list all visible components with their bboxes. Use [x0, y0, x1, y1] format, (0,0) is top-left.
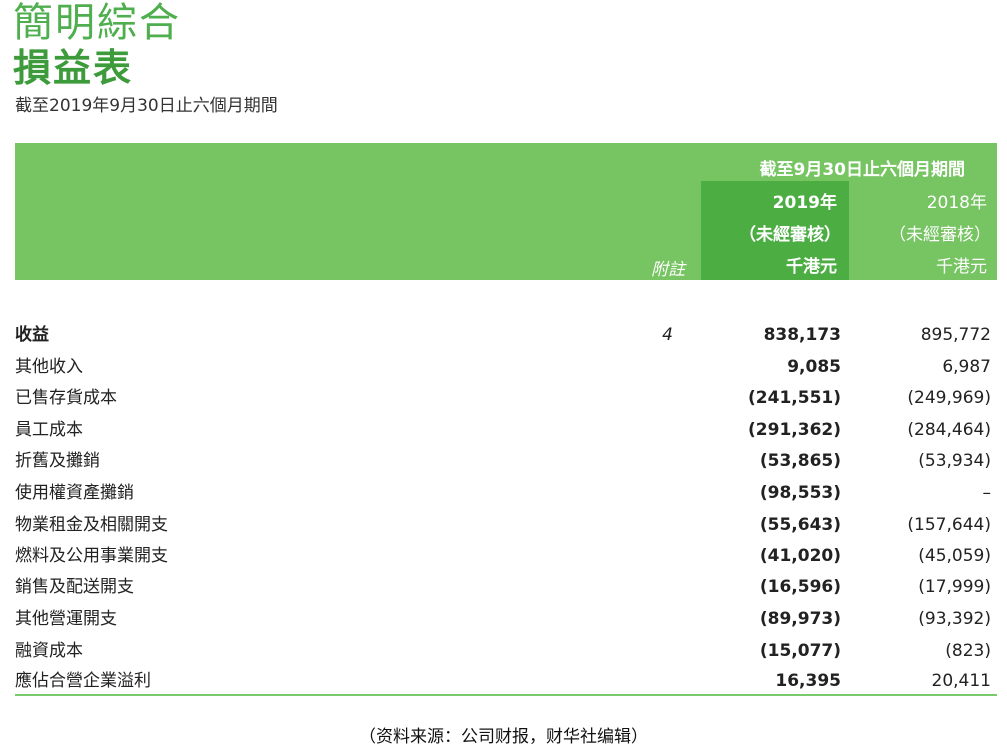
value-2019: (55,643) — [759, 515, 841, 535]
column-2018-unit: 千港元 — [936, 257, 987, 277]
row-label: 員工成本 — [15, 420, 83, 440]
row-label: 使用權資產攤銷 — [15, 483, 134, 503]
value-2018: (45,059) — [918, 546, 991, 566]
report-title: 簡明綜合 — [13, 0, 181, 46]
column-2019-year: 2019年 — [772, 193, 837, 213]
value-2018: (823) — [945, 641, 991, 661]
table-row: 折舊及攤銷 (53,865) (53,934) — [15, 446, 997, 476]
column-2019-status: （未經審核） — [739, 225, 841, 245]
period-heading: 截至9月30日止六個月期間 — [759, 160, 966, 180]
column-2018-status: （未經審核） — [889, 225, 991, 245]
value-2019: (98,553) — [759, 483, 841, 503]
column-2019-unit: 千港元 — [786, 257, 837, 277]
table-row: 其他營運開支 (89,973) (93,392) — [15, 604, 997, 634]
row-label: 其他營運開支 — [15, 609, 117, 629]
row-label: 物業租金及相關開支 — [15, 515, 168, 535]
value-2019: 9,085 — [787, 357, 841, 377]
value-2019: (291,362) — [748, 420, 841, 440]
column-2018-year: 2018年 — [926, 193, 987, 213]
statement-title: 損益表 — [13, 46, 134, 90]
row-label: 銷售及配送開支 — [15, 577, 134, 597]
table-row: 應佔合營企業溢利 16,395 20,411 — [15, 666, 997, 696]
table-header: 截至9月30日止六個月期間 附註 2019年 （未經審核） 千港元 2018年 … — [15, 143, 997, 280]
value-2018: 895,772 — [920, 325, 991, 345]
note-column-heading: 附註 — [651, 260, 685, 280]
value-2018: (157,644) — [907, 515, 991, 535]
table-row: 員工成本 (291,362) (284,464) — [15, 415, 997, 445]
row-label: 折舊及攤銷 — [15, 451, 100, 471]
value-2018: – — [982, 483, 992, 503]
table-row: 銷售及配送開支 (16,596) (17,999) — [15, 572, 997, 602]
row-note: 4 — [662, 325, 673, 345]
value-2018: 20,411 — [931, 671, 991, 691]
value-2018: (284,464) — [907, 420, 991, 440]
value-2019: (41,020) — [759, 546, 841, 566]
row-label: 應佔合營企業溢利 — [15, 671, 151, 691]
table-bottom-rule — [15, 694, 997, 696]
value-2019: (53,865) — [759, 451, 841, 471]
source-note: （资料来源：公司财报，财华社编辑） — [359, 727, 648, 747]
value-2019: (241,551) — [748, 388, 841, 408]
table-row: 收益 4 838,173 895,772 — [15, 320, 997, 350]
table-row: 其他收入 9,085 6,987 — [15, 352, 997, 382]
row-label: 融資成本 — [15, 641, 83, 661]
value-2018: 6,987 — [942, 357, 991, 377]
table-row: 融資成本 (15,077) (823) — [15, 636, 997, 666]
value-2019: 838,173 — [763, 325, 841, 345]
row-label: 收益 — [15, 325, 49, 345]
row-label: 其他收入 — [15, 357, 83, 377]
value-2019: (89,973) — [759, 609, 841, 629]
table-row: 物業租金及相關開支 (55,643) (157,644) — [15, 510, 997, 540]
table-row: 使用權資產攤銷 (98,553) – — [15, 478, 997, 508]
value-2018: (93,392) — [918, 609, 991, 629]
value-2018: (17,999) — [918, 577, 991, 597]
value-2019: (16,596) — [759, 577, 841, 597]
value-2019: (15,077) — [759, 641, 841, 661]
value-2018: (249,969) — [907, 388, 991, 408]
value-2019: 16,395 — [775, 671, 841, 691]
row-label: 燃料及公用事業開支 — [15, 546, 168, 566]
row-label: 已售存貨成本 — [15, 388, 117, 408]
table-row: 燃料及公用事業開支 (41,020) (45,059) — [15, 541, 997, 571]
table-row: 已售存貨成本 (241,551) (249,969) — [15, 383, 997, 413]
period-subtitle: 截至2019年9月30日止六個月期間 — [15, 96, 278, 116]
value-2018: (53,934) — [918, 451, 991, 471]
